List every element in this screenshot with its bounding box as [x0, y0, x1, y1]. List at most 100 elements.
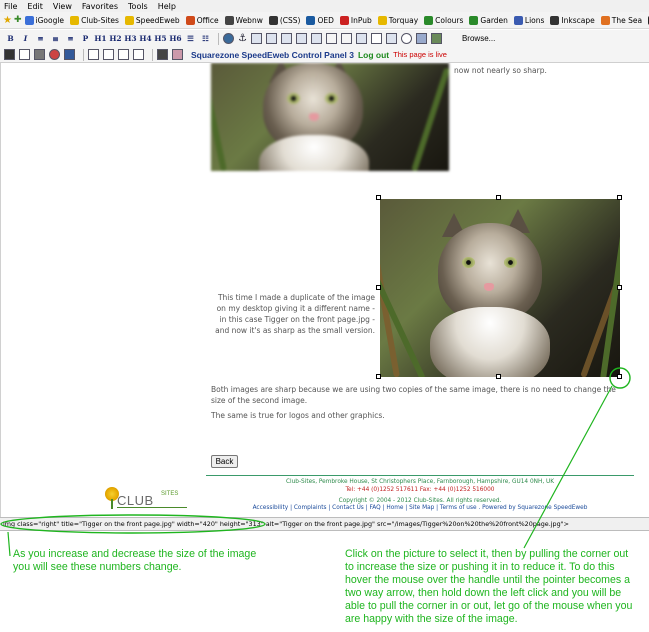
- menu-tools[interactable]: Tools: [128, 2, 148, 11]
- browse-button[interactable]: Browse...: [462, 34, 495, 43]
- paragraph-button[interactable]: P: [79, 32, 92, 45]
- favorite-link[interactable]: Club-Sites: [70, 15, 119, 25]
- cat-image-small[interactable]: [211, 63, 449, 171]
- cat-image-selected[interactable]: [380, 199, 620, 377]
- logout-link[interactable]: Log out: [358, 50, 389, 60]
- resize-handle-bottom-left[interactable]: [376, 374, 381, 379]
- resize-handle-bottom-right[interactable]: [617, 374, 622, 379]
- favorites-star-icon[interactable]: ★: [3, 15, 12, 26]
- menu-edit[interactable]: Edit: [27, 2, 43, 11]
- new-page-icon[interactable]: [19, 49, 30, 60]
- bullet-list-icon[interactable]: ☷: [199, 32, 212, 45]
- heading-2-button[interactable]: H2: [109, 32, 122, 45]
- numbered-list-icon[interactable]: ☰: [184, 32, 197, 45]
- heading-3-button[interactable]: H3: [124, 32, 137, 45]
- layout-icon[interactable]: [64, 49, 75, 60]
- bold-button[interactable]: B: [4, 32, 17, 45]
- favorite-label: OED: [317, 15, 334, 25]
- footer-links[interactable]: Accessibility | Complaints | Contact Us …: [206, 505, 634, 511]
- favorite-link[interactable]: Lions: [513, 15, 544, 25]
- merge-cell-icon[interactable]: [310, 33, 322, 44]
- insert-table-icon[interactable]: [250, 33, 262, 44]
- align-right-icon[interactable]: ≡: [64, 32, 77, 45]
- annotation-left: As you increase and decrease the size of…: [13, 548, 256, 574]
- resize-handle-right[interactable]: [617, 285, 622, 290]
- caption-line: on my desktop giving it a different name…: [216, 304, 375, 313]
- annotation-left-line: you will see these numbers change.: [13, 561, 182, 573]
- toolbar-divider: [218, 32, 219, 45]
- favorite-link[interactable]: SpeedEweb: [124, 15, 180, 25]
- footer-address: Club-Sites, Pembroke House, St Christoph…: [285, 479, 555, 485]
- favorite-link[interactable]: Inkscape: [550, 15, 595, 25]
- document-icon[interactable]: [88, 49, 99, 60]
- back-button[interactable]: Back: [211, 455, 238, 468]
- favorite-link[interactable]: Garden: [469, 15, 508, 25]
- annotation-right-line: two way arrow, then hold down the left c…: [345, 587, 622, 599]
- resize-handle-bottom[interactable]: [496, 374, 501, 379]
- print-icon[interactable]: [355, 33, 367, 44]
- favicon-icon: [124, 15, 134, 25]
- control-panel-icon[interactable]: [172, 49, 183, 60]
- menu-view[interactable]: View: [53, 2, 72, 11]
- favicon-icon: [24, 15, 34, 25]
- favorite-link[interactable]: The Sea: [600, 15, 642, 25]
- favicon-icon: [600, 15, 610, 25]
- align-center-icon[interactable]: ≣: [49, 32, 62, 45]
- annotation-right-line: able to pull the corner in or out, let g…: [345, 600, 633, 612]
- document-list-icon[interactable]: [103, 49, 114, 60]
- favorite-link[interactable]: OED: [306, 15, 334, 25]
- menu-help[interactable]: Help: [158, 2, 176, 11]
- eraser-icon[interactable]: [325, 33, 337, 44]
- favorite-link[interactable]: Office: [185, 15, 219, 25]
- heading-4-button[interactable]: H4: [139, 32, 152, 45]
- heading-1-button[interactable]: H1: [94, 32, 107, 45]
- picture-frame-icon[interactable]: [430, 33, 442, 44]
- italic-button[interactable]: I: [19, 32, 32, 45]
- resize-handle-top-right[interactable]: [617, 195, 622, 200]
- table-column-icon[interactable]: [280, 33, 292, 44]
- lock-icon[interactable]: [157, 49, 168, 60]
- resize-handle-top[interactable]: [496, 195, 501, 200]
- grid-icon[interactable]: [34, 49, 45, 60]
- insert-image-icon[interactable]: [415, 33, 427, 44]
- resize-handle-left[interactable]: [376, 285, 381, 290]
- favorite-link[interactable]: (CSS): [268, 15, 300, 25]
- favorite-link[interactable]: InPub: [339, 15, 372, 25]
- page-preview-icon[interactable]: [133, 49, 144, 60]
- favorite-link[interactable]: Webnw: [224, 15, 263, 25]
- resize-handle-top-left[interactable]: [376, 195, 381, 200]
- statusbar-pointer-line: [7, 531, 11, 557]
- palette-icon[interactable]: [49, 49, 60, 60]
- globe-icon[interactable]: [223, 33, 234, 44]
- favicon-icon: [268, 15, 278, 25]
- favorite-link[interactable]: iGoogle: [24, 15, 64, 25]
- copy-page-icon[interactable]: [118, 49, 129, 60]
- menu-favorites[interactable]: Favorites: [82, 2, 118, 11]
- add-favorite-icon[interactable]: ✚: [14, 15, 22, 25]
- annotation-right-line: to increase the size or pushing it in to…: [345, 561, 615, 573]
- favorite-link[interactable]: Colours: [424, 15, 463, 25]
- heading-5-button[interactable]: H5: [154, 32, 167, 45]
- favicon-icon: [424, 15, 434, 25]
- page-live-status: This page is live: [393, 50, 447, 59]
- favicon-icon: [185, 15, 195, 25]
- footer-copyright: Copyright © 2004 - 2012 Club-Sites. All …: [338, 498, 502, 504]
- undo-icon[interactable]: [340, 33, 352, 44]
- toolbar-divider: [152, 48, 153, 61]
- favorite-link[interactable]: Torquay: [377, 15, 418, 25]
- editor-toolbar-actions: Squarezone SpeedEweb Control Panel 3 Log…: [0, 47, 649, 63]
- table-row-icon[interactable]: [265, 33, 277, 44]
- email-icon[interactable]: [370, 33, 382, 44]
- clock-icon[interactable]: [400, 33, 412, 44]
- align-left-icon[interactable]: ≡: [34, 32, 47, 45]
- save-icon[interactable]: [4, 49, 15, 60]
- editing-area[interactable]: now not nearly so sharp. This time I mad…: [0, 63, 649, 517]
- heading-6-button[interactable]: H6: [169, 32, 182, 45]
- menu-file[interactable]: File: [4, 2, 17, 11]
- favorite-label: Office: [196, 15, 219, 25]
- anchor-icon[interactable]: ⚓: [238, 33, 247, 44]
- club-sites-logo: CLUB SITES: [105, 487, 195, 511]
- body-paragraph-1-cont: size of the second image.: [211, 396, 308, 405]
- spellcheck-icon[interactable]: [385, 33, 397, 44]
- split-cell-icon[interactable]: [295, 33, 307, 44]
